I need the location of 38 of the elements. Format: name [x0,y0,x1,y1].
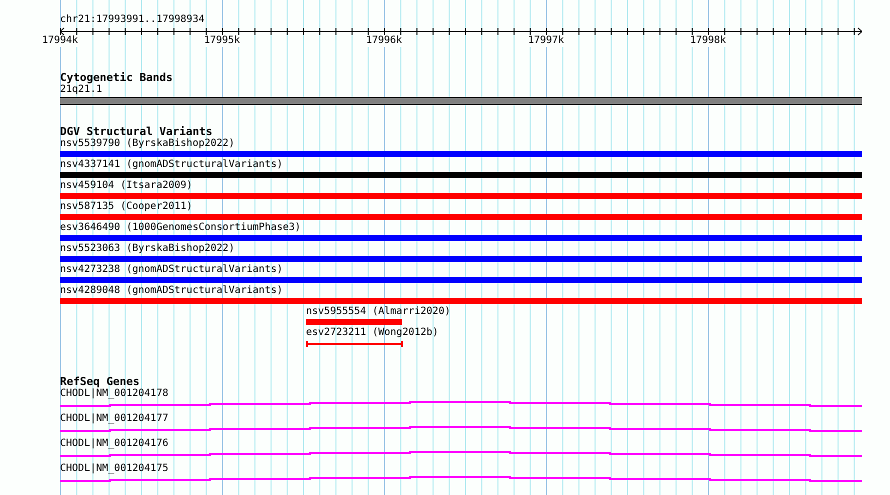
ruler-tick-label: 17994k [42,35,78,47]
ruler-tick-label: 17998k [690,35,726,47]
variant-label: esv2723211 (Wong2012b) [306,327,438,339]
variant-label: nsv5539790 (ByrskaBishop2022) [60,138,235,150]
variant-bar[interactable] [306,319,402,325]
variant-label: nsv4337141 (gnomADStructuralVariants) [60,159,283,171]
variant-label: nsv587135 (Cooper2011) [60,201,192,213]
variant-label: nsv5523063 (ByrskaBishop2022) [60,243,235,255]
transcript-label: CHODL|NM_001204176 [60,438,168,450]
variant-label: nsv5955554 (Almarri2020) [306,306,450,318]
variant-bar[interactable] [60,214,862,220]
variant-bar[interactable] [60,151,862,157]
track-title: Cytogenetic Bands [60,71,174,84]
transcript-label: CHODL|NM_001204178 [60,388,168,400]
track-title: DGV Structural Variants [60,125,214,138]
ruler-tick-label: 17997k [528,35,564,47]
variant-range[interactable] [306,341,403,348]
variant-bar[interactable] [60,193,862,199]
transcript-line[interactable] [60,425,862,433]
band-label: 21q21.1 [60,84,102,96]
ruler-tick-label: 17996k [366,35,402,47]
variant-bar[interactable] [60,298,862,304]
track-title: RefSeq Genes [60,375,140,388]
variant-label: esv3646490 (1000GenomesConsortiumPhase3) [60,222,301,234]
transcript-label: CHODL|NM_001204177 [60,413,168,425]
transcript-line[interactable] [60,450,862,458]
ruler-tick-label: 17995k [204,35,240,47]
variant-bar[interactable] [60,172,862,178]
variant-label: nsv4289048 (gnomADStructuralVariants) [60,285,283,297]
variant-label: nsv4273238 (gnomADStructuralVariants) [60,264,283,276]
variant-bar[interactable] [60,256,862,262]
transcript-line[interactable] [60,400,862,408]
location-label: chr21:17993991..17998934 [60,14,206,26]
variant-bar[interactable] [60,277,862,283]
transcript-label: CHODL|NM_001204175 [60,463,168,475]
variant-bar[interactable] [60,235,862,241]
transcript-line[interactable] [60,475,862,483]
variant-label: nsv459104 (Itsara2009) [60,180,192,192]
